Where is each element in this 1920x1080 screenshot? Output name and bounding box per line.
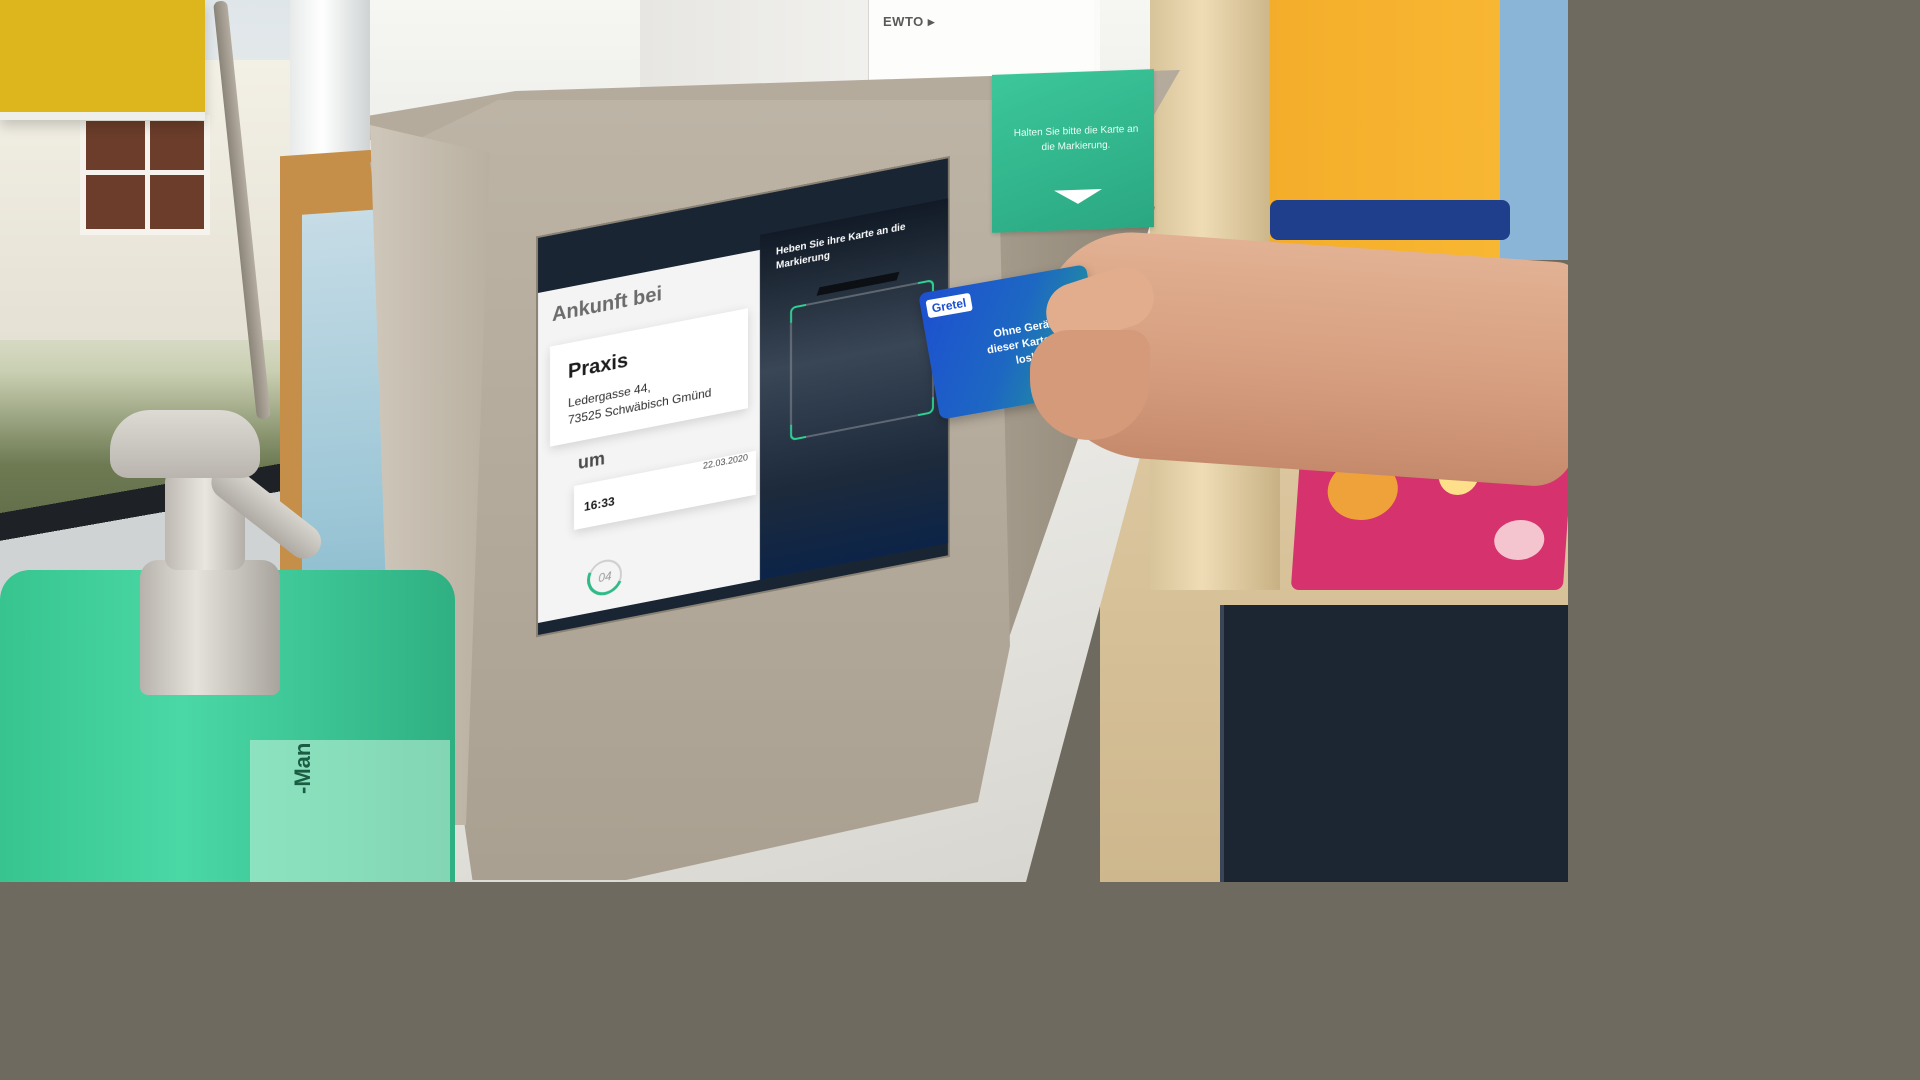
scan-instruction: Heben Sie ihre Karte an die Markierung — [776, 221, 906, 272]
arrival-panel: Ankunft bei Praxis Ledergasse 44, 73525 … — [538, 249, 760, 623]
arrival-date: 22.03.2020 — [702, 452, 748, 471]
scan-corner-icon — [790, 303, 806, 324]
ewto-flyer: EWTO ▸ — [868, 0, 1094, 80]
photo-scene: EWTO ▸ Halten Sie bitte die Karte an die… — [0, 0, 1568, 882]
scan-corner-icon — [790, 421, 806, 442]
tablet-screen: Ankunft bei Praxis Ledergasse 44, 73525 … — [538, 158, 948, 635]
neighbor-window — [80, 115, 210, 235]
scan-frame — [790, 279, 934, 442]
pump-collar — [140, 560, 280, 695]
soap-brand: -Man — [290, 742, 315, 794]
camera-panel: Heben Sie ihre Karte an die Markierung — [760, 198, 948, 580]
pump-head — [110, 410, 260, 478]
arrival-title: Ankunft bei — [552, 282, 662, 327]
rug-pattern — [1492, 520, 1546, 560]
ewto-logo: EWTO ▸ — [883, 14, 935, 29]
blue-wall — [1500, 0, 1568, 260]
chair — [1270, 200, 1510, 240]
scan-corner-icon — [918, 397, 934, 417]
arrow-down-icon — [1054, 188, 1102, 205]
yellow-paper — [0, 0, 205, 120]
doormat — [1220, 605, 1568, 882]
arrival-time: 16:33 — [584, 494, 615, 515]
instruction-flap: Halten Sie bitte die Karte an die Markie… — [992, 69, 1154, 233]
flap-instruction-text: Halten Sie bitte die Karte an die Markie… — [1013, 123, 1139, 154]
soap-label — [250, 740, 450, 882]
practice-name: Praxis — [568, 349, 629, 384]
practice-card: Praxis Ledergasse 44, 73525 Schwäbisch G… — [550, 308, 748, 447]
countdown-timer: 04 — [588, 556, 622, 598]
time-label: um — [578, 447, 605, 474]
gretel-logo: Gretel — [925, 292, 973, 319]
